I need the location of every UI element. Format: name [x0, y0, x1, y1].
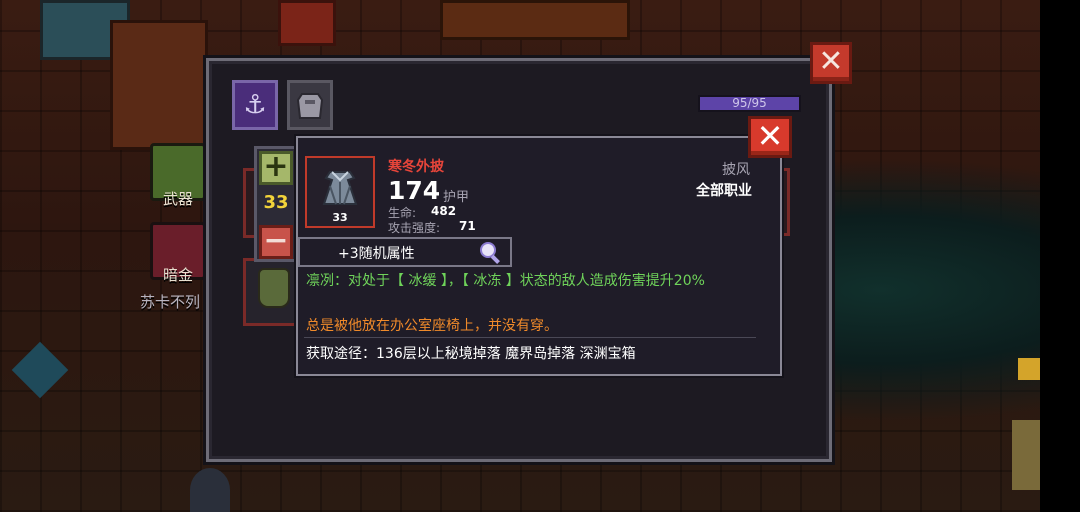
banner-decoration	[440, 0, 630, 40]
tab-cloak[interactable]	[287, 80, 333, 130]
quantity-value: 33	[263, 192, 289, 213]
npc-name-label: 苏卡不列	[140, 293, 201, 311]
decrease-button[interactable]: −	[259, 225, 293, 259]
item-flavor-text: 总是被他放在办公室座椅上，并没有穿。	[306, 318, 558, 334]
tab-hook[interactable]: ⚓	[232, 80, 278, 130]
hp-bar-text: 95/95	[732, 96, 767, 110]
anchor-icon: ⚓	[243, 90, 267, 120]
hp-bar: 95/95	[698, 95, 801, 112]
tooltip-close-button[interactable]: ✕	[748, 116, 792, 158]
increase-button[interactable]: +	[259, 151, 293, 185]
panel-close-button[interactable]: ✕	[810, 42, 852, 84]
divider	[304, 337, 756, 338]
crystal-decoration	[11, 341, 69, 399]
item-source-text: 获取途径：136层以上秘境掉落 魔界岛掉落 深渊宝箱	[306, 346, 636, 362]
stat-value-attack: 71	[459, 219, 476, 233]
item-type: 披风	[722, 162, 750, 178]
weapon-category-label: 武器	[163, 190, 194, 208]
armor-value: 174	[388, 176, 441, 205]
crown-icon	[1018, 358, 1040, 380]
magnifier-icon[interactable]	[478, 240, 504, 266]
random-attributes-label: +3随机属性	[338, 246, 415, 262]
item-classes: 全部职业	[696, 183, 752, 199]
cloak-icon	[296, 93, 324, 119]
close-icon: ✕	[818, 44, 844, 79]
armor-label: 护甲	[443, 190, 470, 205]
screen-edge	[1040, 0, 1080, 512]
statue-decoration	[1012, 420, 1040, 490]
item-name: 寒冬外披	[388, 159, 444, 175]
stat-label-attack: 攻击强度:	[388, 221, 441, 235]
cape-icon	[322, 171, 358, 205]
bag-icon	[258, 268, 290, 308]
minus-icon: −	[263, 223, 289, 258]
stat-value-health: 482	[431, 204, 457, 218]
close-icon: ✕	[756, 117, 784, 155]
dark-gold-category-label: 暗金	[163, 266, 194, 284]
item-effect-text: 凛冽：对处于【 冰缓 】，【 冰冻 】状态的敌人造成伤害提升20%	[306, 273, 705, 289]
player-sprite	[190, 468, 230, 512]
shop-stall-decoration	[110, 20, 208, 150]
chest-decoration	[278, 0, 336, 46]
item-level: 33	[332, 211, 348, 224]
plus-icon: +	[263, 149, 289, 184]
